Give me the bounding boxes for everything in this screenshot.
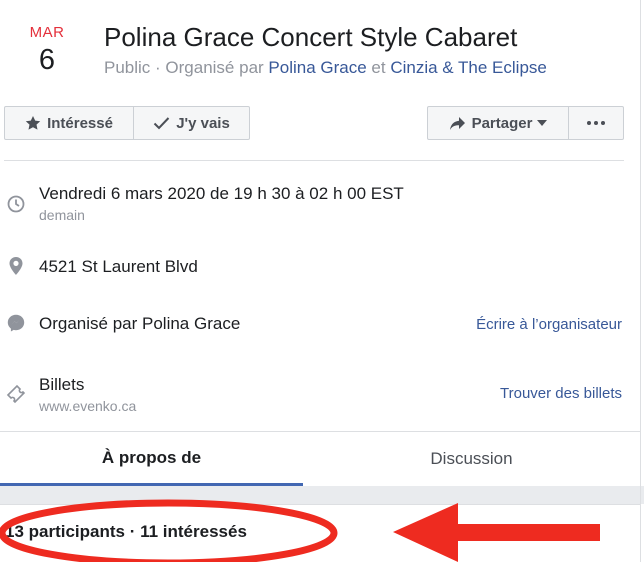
header-divider: [4, 160, 624, 161]
clock-icon: [6, 194, 26, 214]
event-title: Polina Grace Concert Style Cabaret: [104, 22, 518, 52]
organizer-connector: et: [366, 58, 391, 77]
share-button[interactable]: Partager: [427, 106, 569, 140]
event-day: 6: [38, 44, 56, 76]
check-icon: [153, 117, 170, 130]
more-options-button[interactable]: [569, 106, 624, 140]
contact-organizer-link[interactable]: Écrire à l’organisateur: [476, 315, 622, 335]
tickets-label: Billets: [39, 375, 85, 394]
share-label: Partager: [471, 114, 533, 132]
tickets-site: www.evenko.ca: [39, 398, 137, 414]
attendance-summary[interactable]: 13 participants · 11 intéressés: [5, 522, 247, 542]
tab-about[interactable]: À propos de: [0, 432, 303, 486]
event-month: MAR: [29, 24, 65, 41]
star-icon: [25, 116, 41, 130]
going-label: J'y vais: [176, 114, 230, 132]
interested-button[interactable]: Intéressé: [4, 106, 134, 140]
location-pin-icon: [6, 256, 26, 276]
event-tabs: À propos de Discussion: [0, 431, 640, 486]
panel-border: [640, 0, 641, 562]
event-meta: Public · Organisé par Polina Grace et Ci…: [104, 57, 547, 79]
organizer-link-1[interactable]: Polina Grace: [268, 58, 366, 77]
organizer-link-2[interactable]: Cinzia & The Eclipse: [390, 58, 547, 77]
section-gap: [0, 486, 644, 504]
chevron-down-icon: [537, 120, 548, 126]
event-datetime-relative: demain: [39, 207, 85, 223]
share-arrow-icon: [449, 116, 465, 130]
find-tickets-link[interactable]: Trouver des billets: [500, 384, 622, 404]
going-button[interactable]: J'y vais: [134, 106, 250, 140]
event-datetime: Vendredi 6 mars 2020 de 19 h 30 à 02 h 0…: [39, 184, 404, 203]
event-organizer: Organisé par Polina Grace: [39, 314, 241, 333]
ticket-icon: [6, 384, 26, 404]
event-visibility: Public · Organisé par: [104, 58, 269, 77]
event-date: MAR 6: [28, 24, 66, 76]
interested-label: Intéressé: [47, 114, 113, 132]
tab-discussion[interactable]: Discussion: [303, 432, 640, 486]
messenger-icon: [6, 313, 26, 333]
event-address: 4521 St Laurent Blvd: [39, 257, 198, 276]
more-dots-icon: [587, 121, 605, 125]
